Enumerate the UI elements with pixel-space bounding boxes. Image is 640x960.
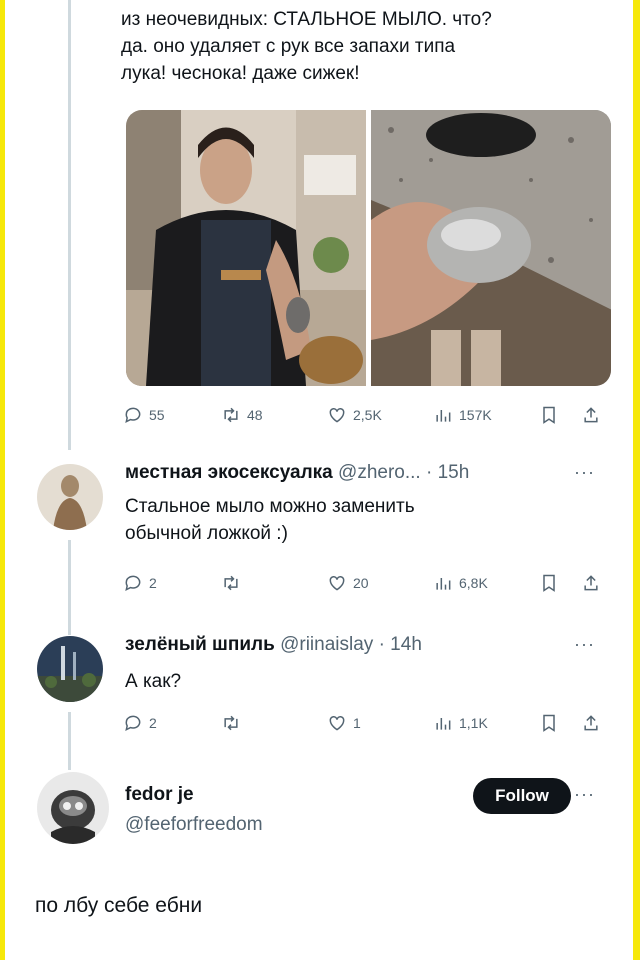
like-button[interactable]: 20: [327, 573, 369, 593]
tweet-text-line: Стальное мыло можно заменить: [125, 496, 415, 517]
more-options-icon[interactable]: ···: [574, 634, 595, 655]
thread-connector: [68, 0, 71, 450]
reply-count: 2: [149, 715, 157, 731]
retweet-icon: [224, 407, 238, 423]
user-handle-text[interactable]: @feeforfreedom: [125, 814, 263, 835]
user-name[interactable]: зелёный шпиль: [125, 634, 275, 655]
reply-count: 2: [149, 575, 157, 591]
like-count: 2,5K: [353, 407, 382, 423]
avatar[interactable]: [37, 464, 103, 530]
reply-button[interactable]: 2: [123, 573, 157, 593]
views-icon: [436, 718, 451, 730]
share-icon: [584, 575, 598, 591]
share-icon: [584, 715, 598, 731]
views-button[interactable]: 6,8K: [433, 573, 488, 593]
reply-header: fedor je: [125, 784, 194, 806]
reply-text: А как?: [125, 671, 182, 692]
bookmark-button[interactable]: [539, 573, 559, 593]
like-button[interactable]: 2,5K: [327, 405, 382, 425]
tweet-thread-screenshot: из неочевидных: СТАЛЬНОЕ МЫЛО. что? да. …: [5, 0, 633, 960]
reply-icon: [125, 575, 141, 592]
views-button[interactable]: 157K: [433, 405, 492, 425]
more-options-icon[interactable]: ···: [574, 784, 595, 805]
retweet-button[interactable]: [221, 573, 247, 593]
user-handle[interactable]: @zhero...: [338, 462, 421, 483]
thread-connector: [68, 712, 71, 770]
avatar[interactable]: [37, 772, 109, 844]
retweet-button[interactable]: 48: [221, 405, 263, 425]
tweet-text-line: из неочевидных: СТАЛЬНОЕ МЫЛО. что?: [121, 9, 492, 30]
retweet-icon: [224, 715, 238, 731]
thread-connector: [68, 540, 71, 635]
reply-button[interactable]: 2: [123, 713, 157, 733]
share-button[interactable]: [581, 405, 601, 425]
reply-button[interactable]: 55: [123, 405, 165, 425]
tweet-text-line: обычной ложкой :): [125, 523, 288, 544]
tweet-actions: 2 1 1,1K: [123, 708, 613, 738]
heart-icon: [329, 407, 345, 423]
user-handle[interactable]: @riinaislay: [280, 634, 373, 655]
bookmark-button[interactable]: [539, 405, 559, 425]
follow-button[interactable]: Follow: [473, 778, 571, 814]
bookmark-button[interactable]: [539, 713, 559, 733]
tweet-actions: 2 20 6,8K: [123, 568, 613, 598]
timestamp[interactable]: · 14h: [379, 634, 422, 655]
retweet-icon: [224, 575, 238, 591]
reply-text: Стальное мыло можно заменить обычной лож…: [125, 493, 415, 547]
views-icon: [436, 410, 451, 422]
user-handle[interactable]: @feeforfreedom: [125, 814, 263, 836]
heart-icon: [329, 575, 345, 591]
tweet-text-line: да. оно удаляет с рук все запахи типа: [121, 36, 456, 57]
reply-icon: [125, 407, 141, 424]
views-count: 157K: [459, 407, 492, 423]
tweet-text-line: лука! чеснока! даже сижек!: [121, 63, 360, 84]
views-button[interactable]: 1,1K: [433, 713, 488, 733]
bookmark-icon: [543, 406, 555, 424]
share-button[interactable]: [581, 713, 601, 733]
reply-text: по лбу себе ебни: [35, 894, 203, 917]
user-name[interactable]: местная экосексуалка: [125, 462, 333, 483]
heart-icon: [329, 715, 345, 731]
tweet-text: из неочевидных: СТАЛЬНОЕ МЫЛО. что? да. …: [121, 6, 492, 87]
reply-icon: [125, 715, 141, 732]
timestamp[interactable]: · 15h: [426, 462, 469, 483]
views-icon: [436, 578, 451, 590]
bookmark-icon: [543, 574, 555, 592]
share-icon: [584, 407, 598, 423]
like-count: 20: [353, 575, 369, 591]
views-count: 6,8K: [459, 575, 488, 591]
share-button[interactable]: [581, 573, 601, 593]
bookmark-icon: [543, 714, 555, 732]
reply-header: зелёный шпиль @riinaislay · 14h: [125, 634, 422, 656]
retweet-count: 48: [247, 407, 263, 423]
tweet-actions: 55 48 2,5K 157K: [123, 400, 613, 430]
user-name[interactable]: fedor je: [125, 784, 194, 805]
retweet-button[interactable]: [221, 713, 247, 733]
reply-header: местная экосексуалка @zhero... · 15h: [125, 462, 469, 484]
tweet-media[interactable]: [126, 110, 611, 386]
views-count: 1,1K: [459, 715, 488, 731]
avatar[interactable]: [37, 636, 103, 702]
more-options-icon[interactable]: ···: [574, 462, 595, 483]
like-count: 1: [353, 715, 361, 731]
media-photo-woman[interactable]: [126, 110, 367, 386]
media-photo-steel-soap[interactable]: [370, 110, 611, 386]
like-button[interactable]: 1: [327, 713, 361, 733]
reply-count: 55: [149, 407, 165, 423]
